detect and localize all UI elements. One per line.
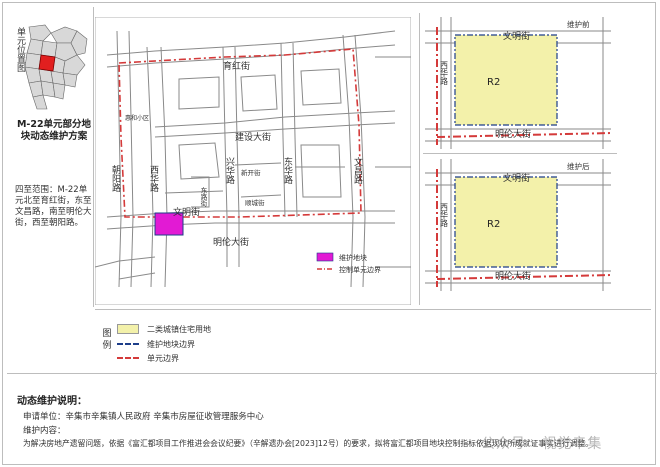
legend: 图例 二类城镇住宅用地 维护地块边界 单元边界 [95,309,651,370]
notes-heading: 动态维护说明： [17,396,87,407]
road-label: 朝阳路 [110,165,121,193]
road-label: 西华路 [440,61,449,85]
road-label: 文昌路 [352,156,363,185]
legend-swatch [117,324,139,334]
road-label: 西华路 [148,165,159,193]
legend-swatch [117,343,139,345]
road-label: 明伦大街 [495,270,531,282]
road-label: 兴华路 [224,157,235,185]
residential-parcel-r2 [454,34,558,126]
legend-item-parcel-boundary: 维护地块边界 [117,337,195,351]
road-label: 新开街 [241,168,261,177]
land-use-label: R2 [487,219,500,230]
panel-status-label: 维护后 [567,161,590,171]
location-map [24,24,88,110]
inset-legend-swatch-parcel [316,252,334,262]
inset-legend-label: 控制单元边界 [339,265,381,274]
legend-label: 维护地块边界 [147,339,195,349]
road-label: 建设大街 [235,131,271,143]
legend-heading: 图例 [102,329,112,351]
range-description: 四至范围：M-22单元北至育红街，东至文昌路，南至明伦大街，西至朝阳路。 [15,185,92,228]
road-label: 东华路 [282,156,293,185]
panel-after-maintenance: 文明街 维护后 西华路 明伦大街 R2 [425,159,611,291]
unit-location-marker [38,54,56,72]
watermark: 公众号 · 视觉辛集 [481,436,603,452]
content-label: 维护内容： [23,426,66,436]
road-label: 文明街 [173,206,200,218]
applicant-line: 申请单位：辛集市辛集镇人民政府 辛集市房屋征收管理服务中心 [23,412,264,422]
road-label: 文明街 [503,30,530,42]
panel-before-maintenance: 文明街 维护前 西华路 明伦大街 R2 [425,17,611,149]
road-label: 东路街 [199,186,207,208]
panel-status-label: 维护前 [567,19,590,29]
road-label: 育红街 [223,60,250,72]
land-use-label: R2 [487,77,500,88]
plan-title: M-22单元部分地块动态维护方案 [16,119,92,142]
legend-label: 二类城镇住宅用地 [147,324,211,334]
sidebar: 单元位置图 M-22单元部分地块动态维护方案 四至范围：M-22单元北至育红街，… [7,7,94,307]
road-label: 明伦大街 [495,128,531,140]
road-label: 文明街 [503,172,530,184]
map-sheet: 单元位置图 M-22单元部分地块动态维护方案 四至范围：M-22单元北至育红街，… [2,2,657,465]
road-label: 明伦大街 [213,236,249,248]
residential-parcel-r2 [454,176,558,268]
road-label: 西华路 [440,203,449,227]
place-label: 惠和小区 [125,114,149,122]
legend-item-unit-boundary: 单元边界 [117,351,179,365]
legend-label: 单元边界 [147,353,179,363]
panel-divider [419,13,420,305]
road-label: 顺城街 [245,198,265,207]
panel-divider [423,153,617,154]
legend-swatch [117,357,139,359]
unit-map: 育红街 建设大街 文明街 明伦大街 朝阳路 西华路 兴华路 东华路 文昌路 新开… [95,17,411,305]
legend-item-residential: 二类城镇住宅用地 [117,322,211,336]
inset-legend-label: 维护地块 [339,253,367,262]
